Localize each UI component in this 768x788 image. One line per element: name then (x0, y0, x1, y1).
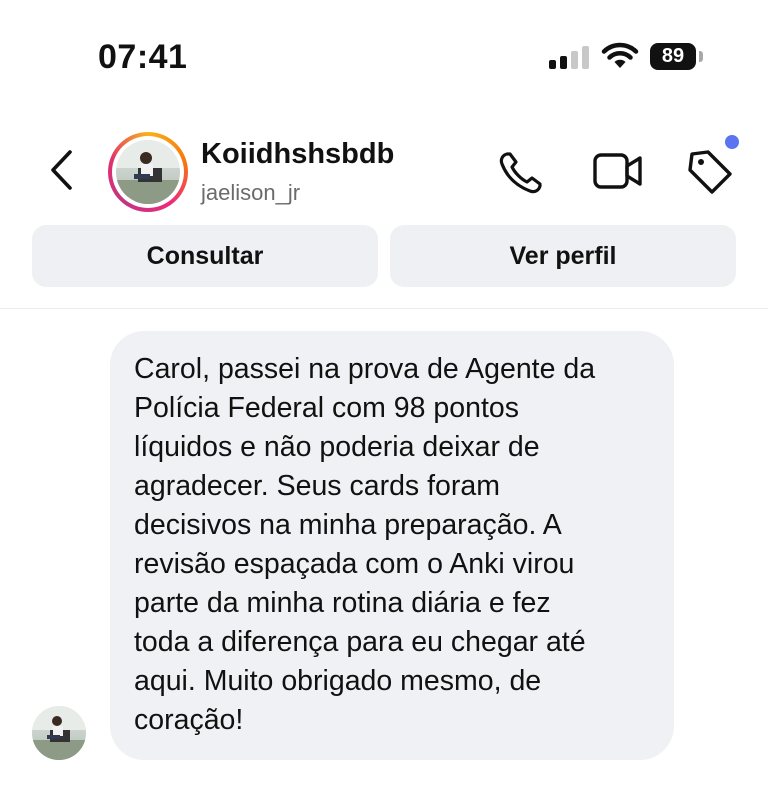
message-bubble[interactable]: Carol, passei na prova de Agente da Polí… (110, 331, 674, 760)
battery-indicator: 89 (650, 43, 696, 70)
chat-header: Koiidhshsbdb jaelison_jr (0, 110, 768, 220)
story-avatar[interactable] (108, 132, 188, 212)
contact-name[interactable]: Koiidhshsbdb (201, 138, 394, 171)
status-time: 07:41 (98, 38, 188, 76)
cellular-signal-icon (549, 45, 589, 69)
tag-icon[interactable] (686, 148, 736, 196)
sender-avatar[interactable] (32, 706, 86, 760)
contact-username[interactable]: jaelison_jr (201, 180, 300, 206)
view-profile-button[interactable]: Ver perfil (390, 225, 736, 287)
wifi-icon (601, 42, 639, 68)
message-text: Carol, passei na prova de Agente da Polí… (134, 353, 596, 736)
notification-dot (725, 135, 739, 149)
divider (0, 308, 768, 309)
battery-cap (699, 51, 703, 62)
back-chevron-icon[interactable] (46, 148, 76, 192)
battery-level: 89 (661, 45, 685, 67)
avatar-photo (116, 140, 180, 204)
phone-call-icon[interactable] (497, 150, 547, 194)
status-bar: 07:41 89 (0, 0, 768, 110)
consult-button[interactable]: Consultar (32, 225, 378, 287)
video-call-icon[interactable] (592, 151, 644, 191)
